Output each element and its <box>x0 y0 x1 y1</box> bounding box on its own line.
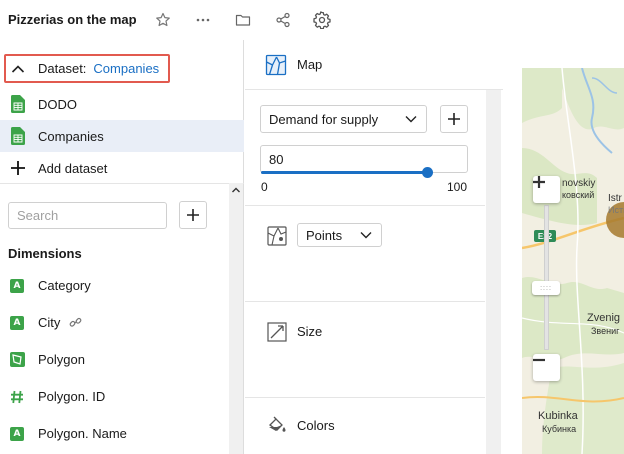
layer-select-value: Demand for supply <box>269 111 379 127</box>
paint-bucket-icon <box>268 416 286 432</box>
string-type-icon: A <box>9 315 25 331</box>
field-item-city[interactable]: A City <box>0 304 228 341</box>
visualization-type-label: Map <box>297 57 323 72</box>
geometry-icon <box>267 226 287 246</box>
string-type-icon: A <box>9 278 25 294</box>
map-label: Istr <box>608 193 622 204</box>
field-item-polygon-id[interactable]: Polygon. ID <box>0 378 228 415</box>
add-layer-button[interactable] <box>440 105 468 133</box>
plus-icon <box>448 113 460 125</box>
dimensions-title: Dimensions <box>8 246 82 261</box>
map-label: Кубинка <box>542 424 577 434</box>
link-icon <box>69 316 82 329</box>
dataset-toggle-label: Dataset: <box>38 61 87 76</box>
opacity-slider-track[interactable] <box>261 171 427 174</box>
map-label: ковский <box>562 190 595 200</box>
layer-select[interactable]: Demand for supply <box>260 105 427 133</box>
chevron-down-icon <box>360 232 372 239</box>
visualization-scrollbar[interactable] <box>486 90 501 454</box>
dataset-item-dodo[interactable]: DODO <box>0 88 244 120</box>
dataset-item-companies[interactable]: Companies <box>0 120 244 152</box>
geometry-select-value: Points <box>306 227 343 243</box>
slider-min-label: 0 <box>261 180 268 194</box>
map-label: Звениг <box>591 326 620 336</box>
search-input[interactable] <box>8 202 167 229</box>
opacity-slider-handle[interactable] <box>422 167 433 178</box>
map-label: Kubinka <box>538 410 578 422</box>
more-icon[interactable] <box>193 10 213 30</box>
dataset-item-label: Companies <box>38 128 104 144</box>
dataset-item-label: DODO <box>38 96 77 112</box>
minus-icon <box>533 358 545 362</box>
map-view[interactable]: novskiy ковский Istr Исти Zvenig Звениг … <box>522 68 624 454</box>
scroll-up-icon[interactable] <box>232 187 240 193</box>
map-label: Zvenig <box>587 312 621 324</box>
gear-icon[interactable] <box>312 10 332 30</box>
dataset-toggle[interactable]: Dataset: Companies <box>4 54 170 83</box>
colors-section-label: Colors <box>297 418 335 433</box>
map-background <box>522 68 624 454</box>
star-icon[interactable] <box>153 10 173 30</box>
size-section-label: Size <box>297 324 323 339</box>
colors-section: Colors <box>245 397 485 454</box>
field-item-polygon-name[interactable]: A Polygon. Name <box>0 415 228 452</box>
number-type-icon <box>9 389 25 405</box>
opacity-input[interactable]: 80 <box>260 145 468 173</box>
zoom-in-button[interactable] <box>533 176 560 203</box>
share-icon[interactable] <box>273 10 293 30</box>
add-dataset-label: Add dataset <box>38 160 108 176</box>
field-label: Polygon <box>38 352 85 367</box>
dataset-toggle-value: Companies <box>93 61 160 76</box>
plus-icon <box>187 209 199 221</box>
plus-icon <box>10 159 26 177</box>
dataset-panel: Dataset: Companies DODO Companies Add da… <box>0 40 244 454</box>
geometry-section: Points <box>245 205 485 301</box>
visualization-type[interactable]: Map <box>245 40 503 90</box>
polygon-type-icon <box>9 352 25 368</box>
dataset-scrollbar[interactable] <box>229 183 243 454</box>
zoom-slider-track[interactable] <box>544 205 549 350</box>
opacity-input-value: 80 <box>269 151 284 167</box>
size-icon <box>267 322 287 342</box>
geometry-select[interactable]: Points <box>297 223 382 247</box>
field-item-category[interactable]: A Category <box>0 267 228 304</box>
field-label: Category <box>38 278 91 293</box>
visualization-panel: Map Demand for supply 80 0 100 Points Si… <box>245 40 503 454</box>
map-icon <box>265 54 287 75</box>
header-bar: Pizzerias on the map <box>0 0 624 40</box>
zoom-slider-handle[interactable]: :::: <box>532 281 560 295</box>
field-label: City <box>38 315 61 330</box>
chevron-down-icon <box>405 116 417 123</box>
chevron-up-icon <box>10 61 26 77</box>
folder-icon[interactable] <box>233 10 253 30</box>
map-label: novskiy <box>562 178 596 189</box>
spreadsheet-icon <box>10 127 26 145</box>
divider <box>0 183 244 184</box>
plus-icon <box>533 176 545 188</box>
add-dataset-button[interactable]: Add dataset <box>0 152 244 184</box>
string-type-icon: A <box>9 426 25 442</box>
map-label: Исти <box>608 205 624 215</box>
spreadsheet-icon <box>10 95 26 113</box>
zoom-out-button[interactable] <box>533 354 560 381</box>
field-label: Polygon. Name <box>38 426 127 441</box>
field-item-polygon[interactable]: Polygon <box>0 341 228 378</box>
field-label: Polygon. ID <box>38 389 106 404</box>
page-title: Pizzerias on the map <box>8 12 137 27</box>
add-field-button[interactable] <box>179 201 207 229</box>
size-section: Size <box>245 301 485 397</box>
slider-max-label: 100 <box>447 180 468 194</box>
